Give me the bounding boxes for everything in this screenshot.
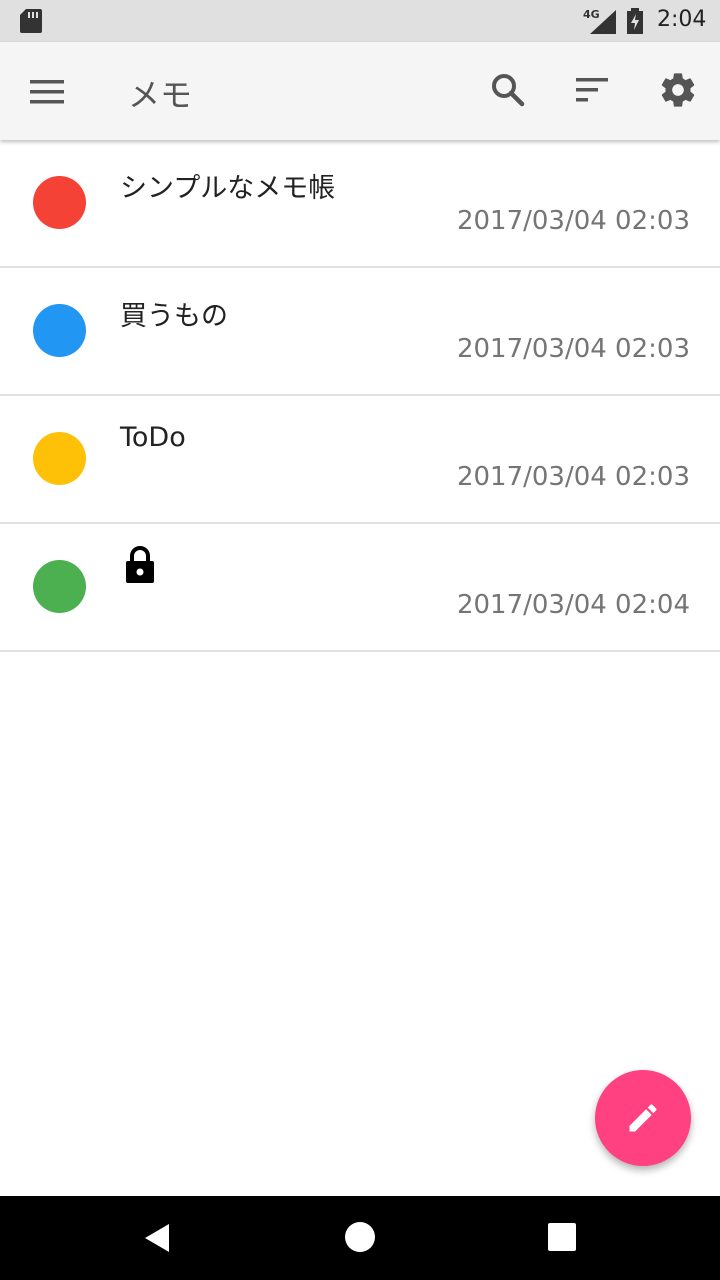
sort-icon[interactable]: [574, 76, 610, 104]
memo-list: シンプルなメモ帳 2017/03/04 02:03 買うもの 2017/03/0…: [0, 140, 720, 652]
lock-icon: [126, 546, 154, 583]
memo-color-dot: [33, 176, 86, 229]
recents-square-icon[interactable]: [548, 1223, 576, 1251]
memo-title: ToDo: [120, 422, 186, 453]
memo-list-item[interactable]: 買うもの 2017/03/04 02:03: [0, 268, 720, 396]
sd-card-icon: [20, 9, 42, 33]
memo-list-item[interactable]: シンプルなメモ帳 2017/03/04 02:03: [0, 140, 720, 268]
search-icon[interactable]: [490, 72, 526, 108]
memo-color-dot: [33, 432, 86, 485]
memo-date: 2017/03/04 02:03: [456, 462, 690, 492]
home-circle-icon[interactable]: [345, 1222, 375, 1252]
memo-date: 2017/03/04 02:03: [456, 334, 690, 364]
new-memo-button[interactable]: [595, 1070, 691, 1166]
settings-gear-icon[interactable]: [658, 70, 698, 110]
memo-color-dot: [33, 304, 86, 357]
clock: 2:04: [657, 7, 707, 32]
back-triangle-icon[interactable]: [143, 1222, 171, 1254]
status-bar: 4G 2:04: [0, 0, 720, 42]
pencil-icon: [629, 1104, 657, 1132]
page-title: メモ: [128, 76, 193, 114]
memo-title: シンプルなメモ帳: [120, 173, 336, 204]
app-bar: メモ: [0, 42, 720, 140]
memo-title: 買うもの: [120, 301, 228, 332]
memo-date: 2017/03/04 02:04: [456, 590, 690, 620]
battery-charging-icon: [627, 8, 643, 34]
memo-date: 2017/03/04 02:03: [456, 206, 690, 236]
navigation-bar: [0, 1196, 720, 1280]
memo-list-item[interactable]: 2017/03/04 02:04: [0, 524, 720, 652]
memo-color-dot: [33, 560, 86, 613]
signal-icon: [590, 10, 616, 34]
menu-icon[interactable]: [30, 78, 66, 106]
memo-list-item[interactable]: ToDo 2017/03/04 02:03: [0, 396, 720, 524]
